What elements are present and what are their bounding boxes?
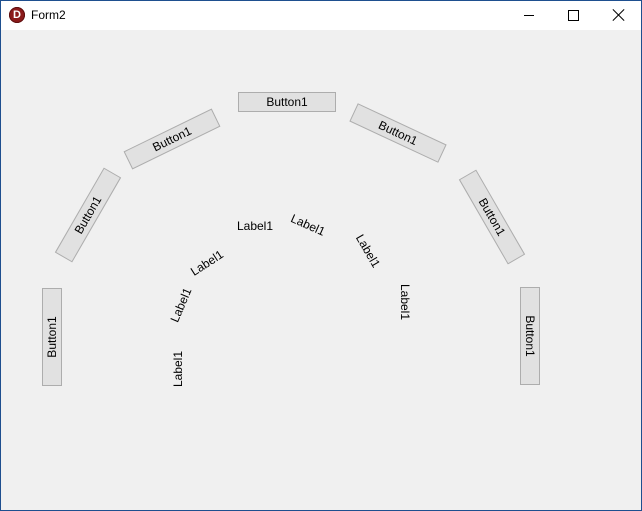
label1-left: Label1	[171, 350, 185, 388]
maximize-button[interactable]	[551, 1, 596, 30]
minimize-button[interactable]	[506, 1, 551, 30]
app-icon-glyph: D	[13, 9, 21, 21]
app-window: D Form2 Button1 Button1 Button1 Button1 …	[0, 0, 642, 511]
delphi-app-icon[interactable]: D	[9, 7, 25, 23]
maximize-icon	[568, 10, 579, 21]
label1-lower-left: Label1	[167, 285, 195, 325]
button1-upper-left[interactable]: Button1	[123, 108, 221, 170]
button1-right[interactable]: Button1	[520, 287, 540, 385]
close-button[interactable]	[596, 1, 641, 30]
label1-upper-right: Label1	[288, 211, 328, 239]
button1-top[interactable]: Button1	[238, 92, 336, 112]
label1-right: Label1	[398, 283, 412, 321]
button1-left[interactable]: Button1	[42, 288, 62, 386]
minimize-icon	[524, 15, 534, 16]
button1-upper-right[interactable]: Button1	[349, 103, 447, 163]
label1-lower-right: Label1	[352, 231, 384, 271]
button1-lower-left[interactable]: Button1	[54, 167, 122, 263]
close-icon	[612, 8, 626, 22]
window-title: Form2	[31, 8, 66, 22]
label1-upper-left: Label1	[188, 247, 226, 279]
form-client-area: Button1 Button1 Button1 Button1 Button1 …	[1, 30, 641, 510]
title-bar[interactable]: D Form2	[1, 1, 641, 30]
button1-lower-right[interactable]: Button1	[458, 169, 526, 265]
label1-top: Label1	[236, 219, 274, 233]
